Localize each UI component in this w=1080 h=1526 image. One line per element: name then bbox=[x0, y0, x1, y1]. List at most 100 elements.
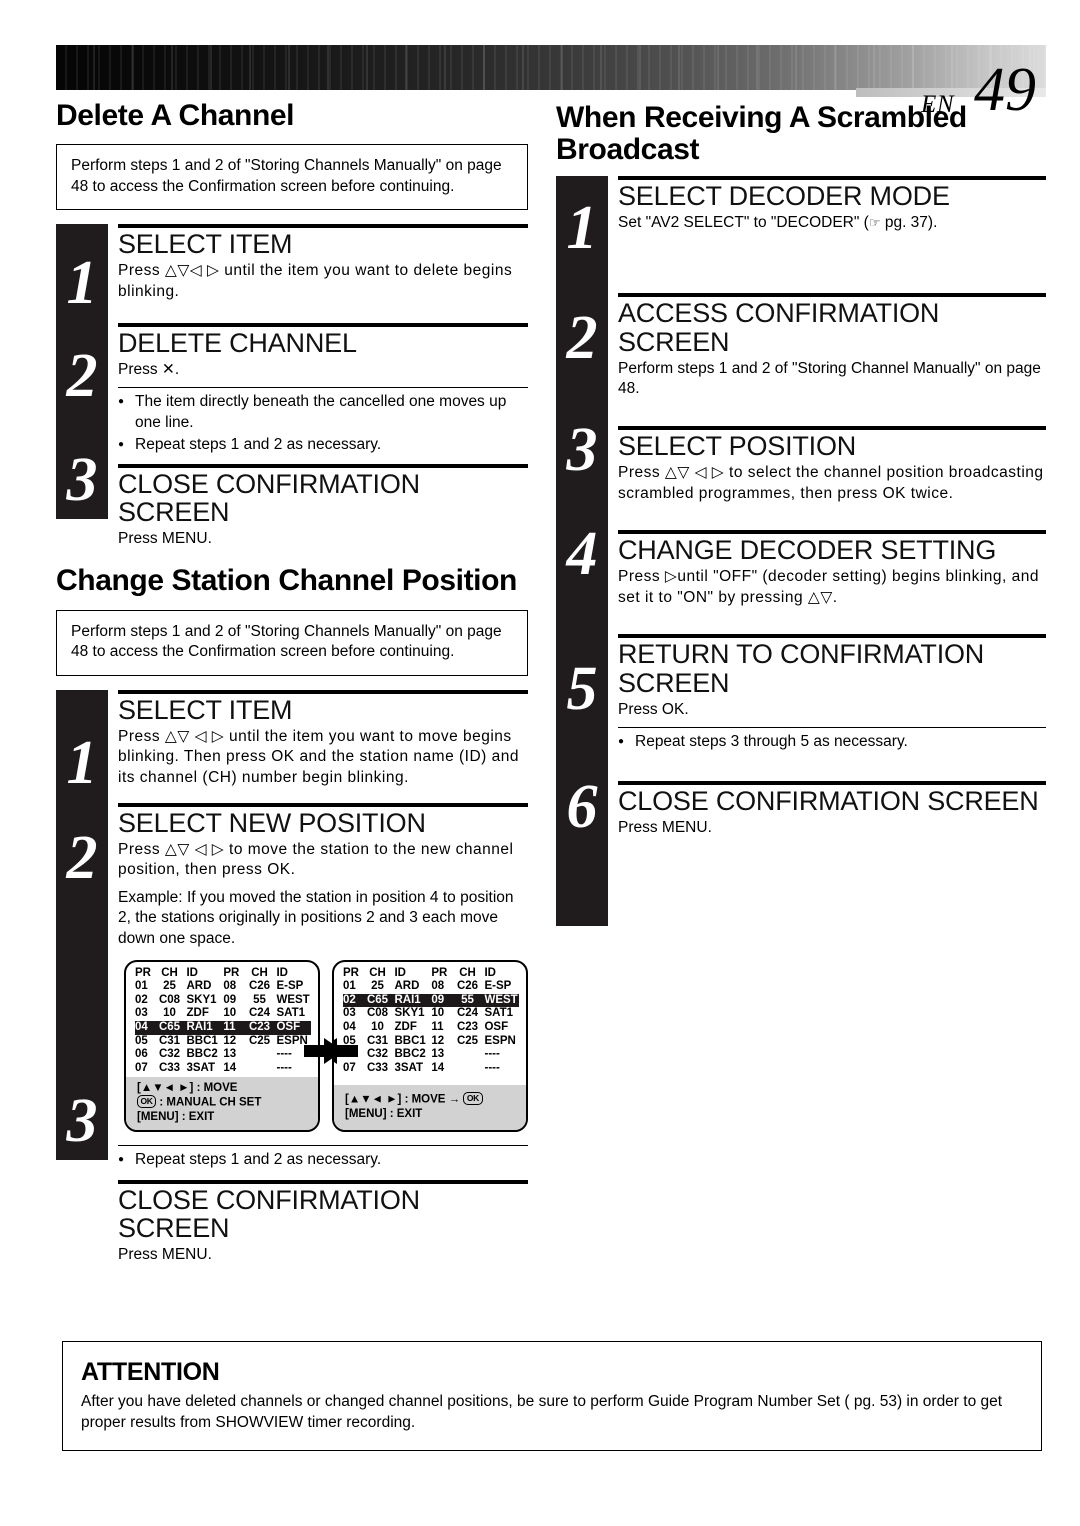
step-heading: SELECT DECODER MODE bbox=[618, 180, 950, 211]
column-header-ch: CH bbox=[161, 966, 178, 979]
step-body: Press MENU. bbox=[118, 1246, 212, 1264]
cell-pr2: 09 bbox=[223, 993, 237, 1006]
column-header-ch2: CH bbox=[459, 966, 476, 979]
step-heading: SELECT POSITION bbox=[618, 430, 857, 461]
list-item: The item directly beneath the cancelled … bbox=[118, 392, 528, 433]
cell-pr2: 11 bbox=[431, 1021, 444, 1033]
cell-ch: 10 bbox=[163, 1007, 176, 1020]
cell-ch2: C25 bbox=[248, 1034, 271, 1047]
cell-pr: 02 bbox=[343, 993, 356, 1006]
step-body: Press ✕. bbox=[118, 360, 180, 378]
cell-ch2 bbox=[246, 1062, 274, 1076]
step-close-confirmation-screen: CLOSE CONFIRMATION SCREEN Press MENU. bbox=[118, 1180, 528, 1266]
note-box-change-position: Perform steps 1 and 2 of "Storing Channe… bbox=[56, 609, 528, 676]
cell-ch2: C23 bbox=[456, 1021, 479, 1033]
cell-id2: SAT1 bbox=[484, 1007, 514, 1020]
osd-hint-exit: [MENU] : EXIT bbox=[137, 1111, 215, 1124]
cell-id2: ESPN bbox=[484, 1034, 516, 1047]
cell-pr2: 14 bbox=[431, 1061, 445, 1074]
step-rule bbox=[118, 802, 528, 807]
cell-id: SKY1 bbox=[186, 993, 217, 1006]
cell-pr: 05 bbox=[135, 1034, 148, 1047]
step-heading: SELECT ITEM bbox=[118, 229, 293, 260]
step-rule bbox=[618, 425, 1046, 430]
step-rule bbox=[618, 780, 1046, 785]
cell-id2: ---- bbox=[276, 1061, 292, 1074]
column-header-ch2: CH bbox=[251, 966, 268, 979]
page-header-band: EN 49 bbox=[56, 45, 1046, 121]
cell-pr2: 08 bbox=[223, 980, 237, 993]
step-body: Press △▽ ◁ ▷ until the item you want to … bbox=[118, 727, 520, 786]
step-change-decoder-setting: CHANGE DECODER SETTING Press ▷until "OFF… bbox=[618, 530, 1046, 608]
note-text: Perform steps 1 and 2 of "Storing Channe… bbox=[71, 157, 502, 195]
osd-channel-table-before: PR CH ID PR CH ID 01 25 ARD 08 C26 E-SP … bbox=[126, 962, 318, 1076]
list-item: Repeat steps 1 and 2 as necessary. bbox=[118, 435, 528, 456]
step-body: Press OK. bbox=[618, 700, 689, 718]
column-header-id2: ID bbox=[276, 966, 288, 979]
cell-pr: 02 bbox=[135, 993, 148, 1006]
cell-id2: ---- bbox=[484, 1048, 500, 1061]
table-row-highlighted: 02 C65 RAI1 09 55 WEST bbox=[343, 993, 519, 1008]
cell-ch: C08 bbox=[158, 993, 181, 1006]
step-close-confirmation-screen: CLOSE CONFIRMATION SCREEN Press MENU. bbox=[618, 780, 1046, 839]
cell-pr: 07 bbox=[343, 1061, 356, 1074]
cell-pr2: 12 bbox=[223, 1034, 237, 1047]
osd-footer-before: [▲▼◄ ►] : MOVE OK : MANUAL CH SET [MENU]… bbox=[126, 1076, 318, 1130]
cell-ch: 10 bbox=[371, 1021, 384, 1033]
list-item: Repeat steps 3 through 5 as necessary. bbox=[618, 732, 1046, 753]
cell-pr: 07 bbox=[135, 1061, 148, 1074]
osd-channel-table-after: PR CH ID PR CH ID 01 25 ARD 08 C26 E-SP … bbox=[334, 962, 526, 1076]
cell-ch2 bbox=[246, 1048, 274, 1062]
table-row: 04 10 ZDF 11 C23 OSF bbox=[343, 1021, 519, 1035]
cell-ch: C65 bbox=[158, 1021, 181, 1033]
cell-ch2: C26 bbox=[248, 980, 271, 993]
cell-id: RAI1 bbox=[186, 1021, 213, 1033]
cell-pr: 01 bbox=[135, 980, 148, 993]
header-fold-texture bbox=[56, 45, 1046, 90]
osd-hint-exit: [MENU] : EXIT bbox=[345, 1108, 423, 1121]
cell-id: RAI1 bbox=[394, 993, 421, 1006]
cell-pr: 04 bbox=[343, 1021, 356, 1033]
cell-ch: C31 bbox=[158, 1034, 181, 1047]
cell-ch: 25 bbox=[163, 980, 176, 993]
table-row: 05 C31 BBC1 12 C25 ESPN bbox=[343, 1035, 519, 1049]
osd-example-screens: PR CH ID PR CH ID 01 25 ARD 08 C26 E-SP … bbox=[118, 959, 528, 1135]
column-header-pr: PR bbox=[135, 966, 151, 979]
step-close-confirmation-screen: CLOSE CONFIRMATION SCREEN Press MENU. bbox=[118, 464, 528, 550]
table-row: 02 C08 SKY1 09 55 WEST bbox=[135, 994, 311, 1008]
step-body: Press △▽◁ ▷ until the item you want to d… bbox=[118, 262, 513, 300]
cell-ch: C32 bbox=[366, 1048, 389, 1061]
column-header-pr2: PR bbox=[431, 966, 448, 979]
step-rule bbox=[118, 224, 528, 229]
column-header-pr2: PR bbox=[223, 966, 240, 979]
step-heading: RETURN TO CONFIRMATION SCREEN bbox=[618, 639, 985, 698]
column-header-ch: CH bbox=[369, 966, 386, 979]
steps-scrambled-broadcast: 1 2 3 4 5 6 SELECT DECODER MODE Set "AV2… bbox=[556, 175, 1046, 926]
cell-id2: WEST bbox=[484, 993, 518, 1006]
section-title-delete-a-channel: Delete A Channel bbox=[56, 99, 295, 132]
table-row: 01 25 ARD 08 C26 E-SP bbox=[135, 980, 311, 994]
cell-pr2: 11 bbox=[223, 1021, 236, 1033]
step-number-2: 2 bbox=[66, 342, 98, 411]
step-select-decoder-mode: SELECT DECODER MODE Set "AV2 SELECT" to … bbox=[618, 175, 1046, 234]
cell-id: BBC2 bbox=[186, 1048, 218, 1061]
step-rule bbox=[118, 322, 528, 327]
step-number-3: 3 bbox=[566, 415, 598, 484]
step-number-1: 1 bbox=[66, 728, 98, 797]
table-row: 03 C08 SKY1 10 C24 SAT1 bbox=[343, 1007, 519, 1021]
step-number-4: 4 bbox=[566, 519, 598, 588]
example-label: Example: bbox=[118, 888, 183, 906]
osd-hint-move: [▲▼◄ ►] : MOVE bbox=[137, 1081, 238, 1094]
cell-pr2: 13 bbox=[223, 1048, 237, 1061]
step-rule bbox=[618, 293, 1046, 298]
steps-body: SELECT ITEM Press △▽ ◁ ▷ until the item … bbox=[118, 689, 528, 1266]
step-heading: CHANGE DECODER SETTING bbox=[618, 535, 997, 566]
step-body-reference: pg. 37). bbox=[880, 213, 938, 231]
step-heading: CLOSE CONFIRMATION SCREEN bbox=[618, 785, 1039, 816]
cell-pr: 03 bbox=[343, 1007, 356, 1020]
step-rule bbox=[118, 1180, 528, 1185]
table-row-highlighted: 04 C65 RAI1 11 C23 OSF bbox=[135, 1021, 311, 1035]
step-body: Press MENU. bbox=[118, 530, 212, 548]
cell-id: ZDF bbox=[186, 1007, 209, 1020]
table-header-row: PR CH ID PR CH ID bbox=[135, 967, 311, 981]
